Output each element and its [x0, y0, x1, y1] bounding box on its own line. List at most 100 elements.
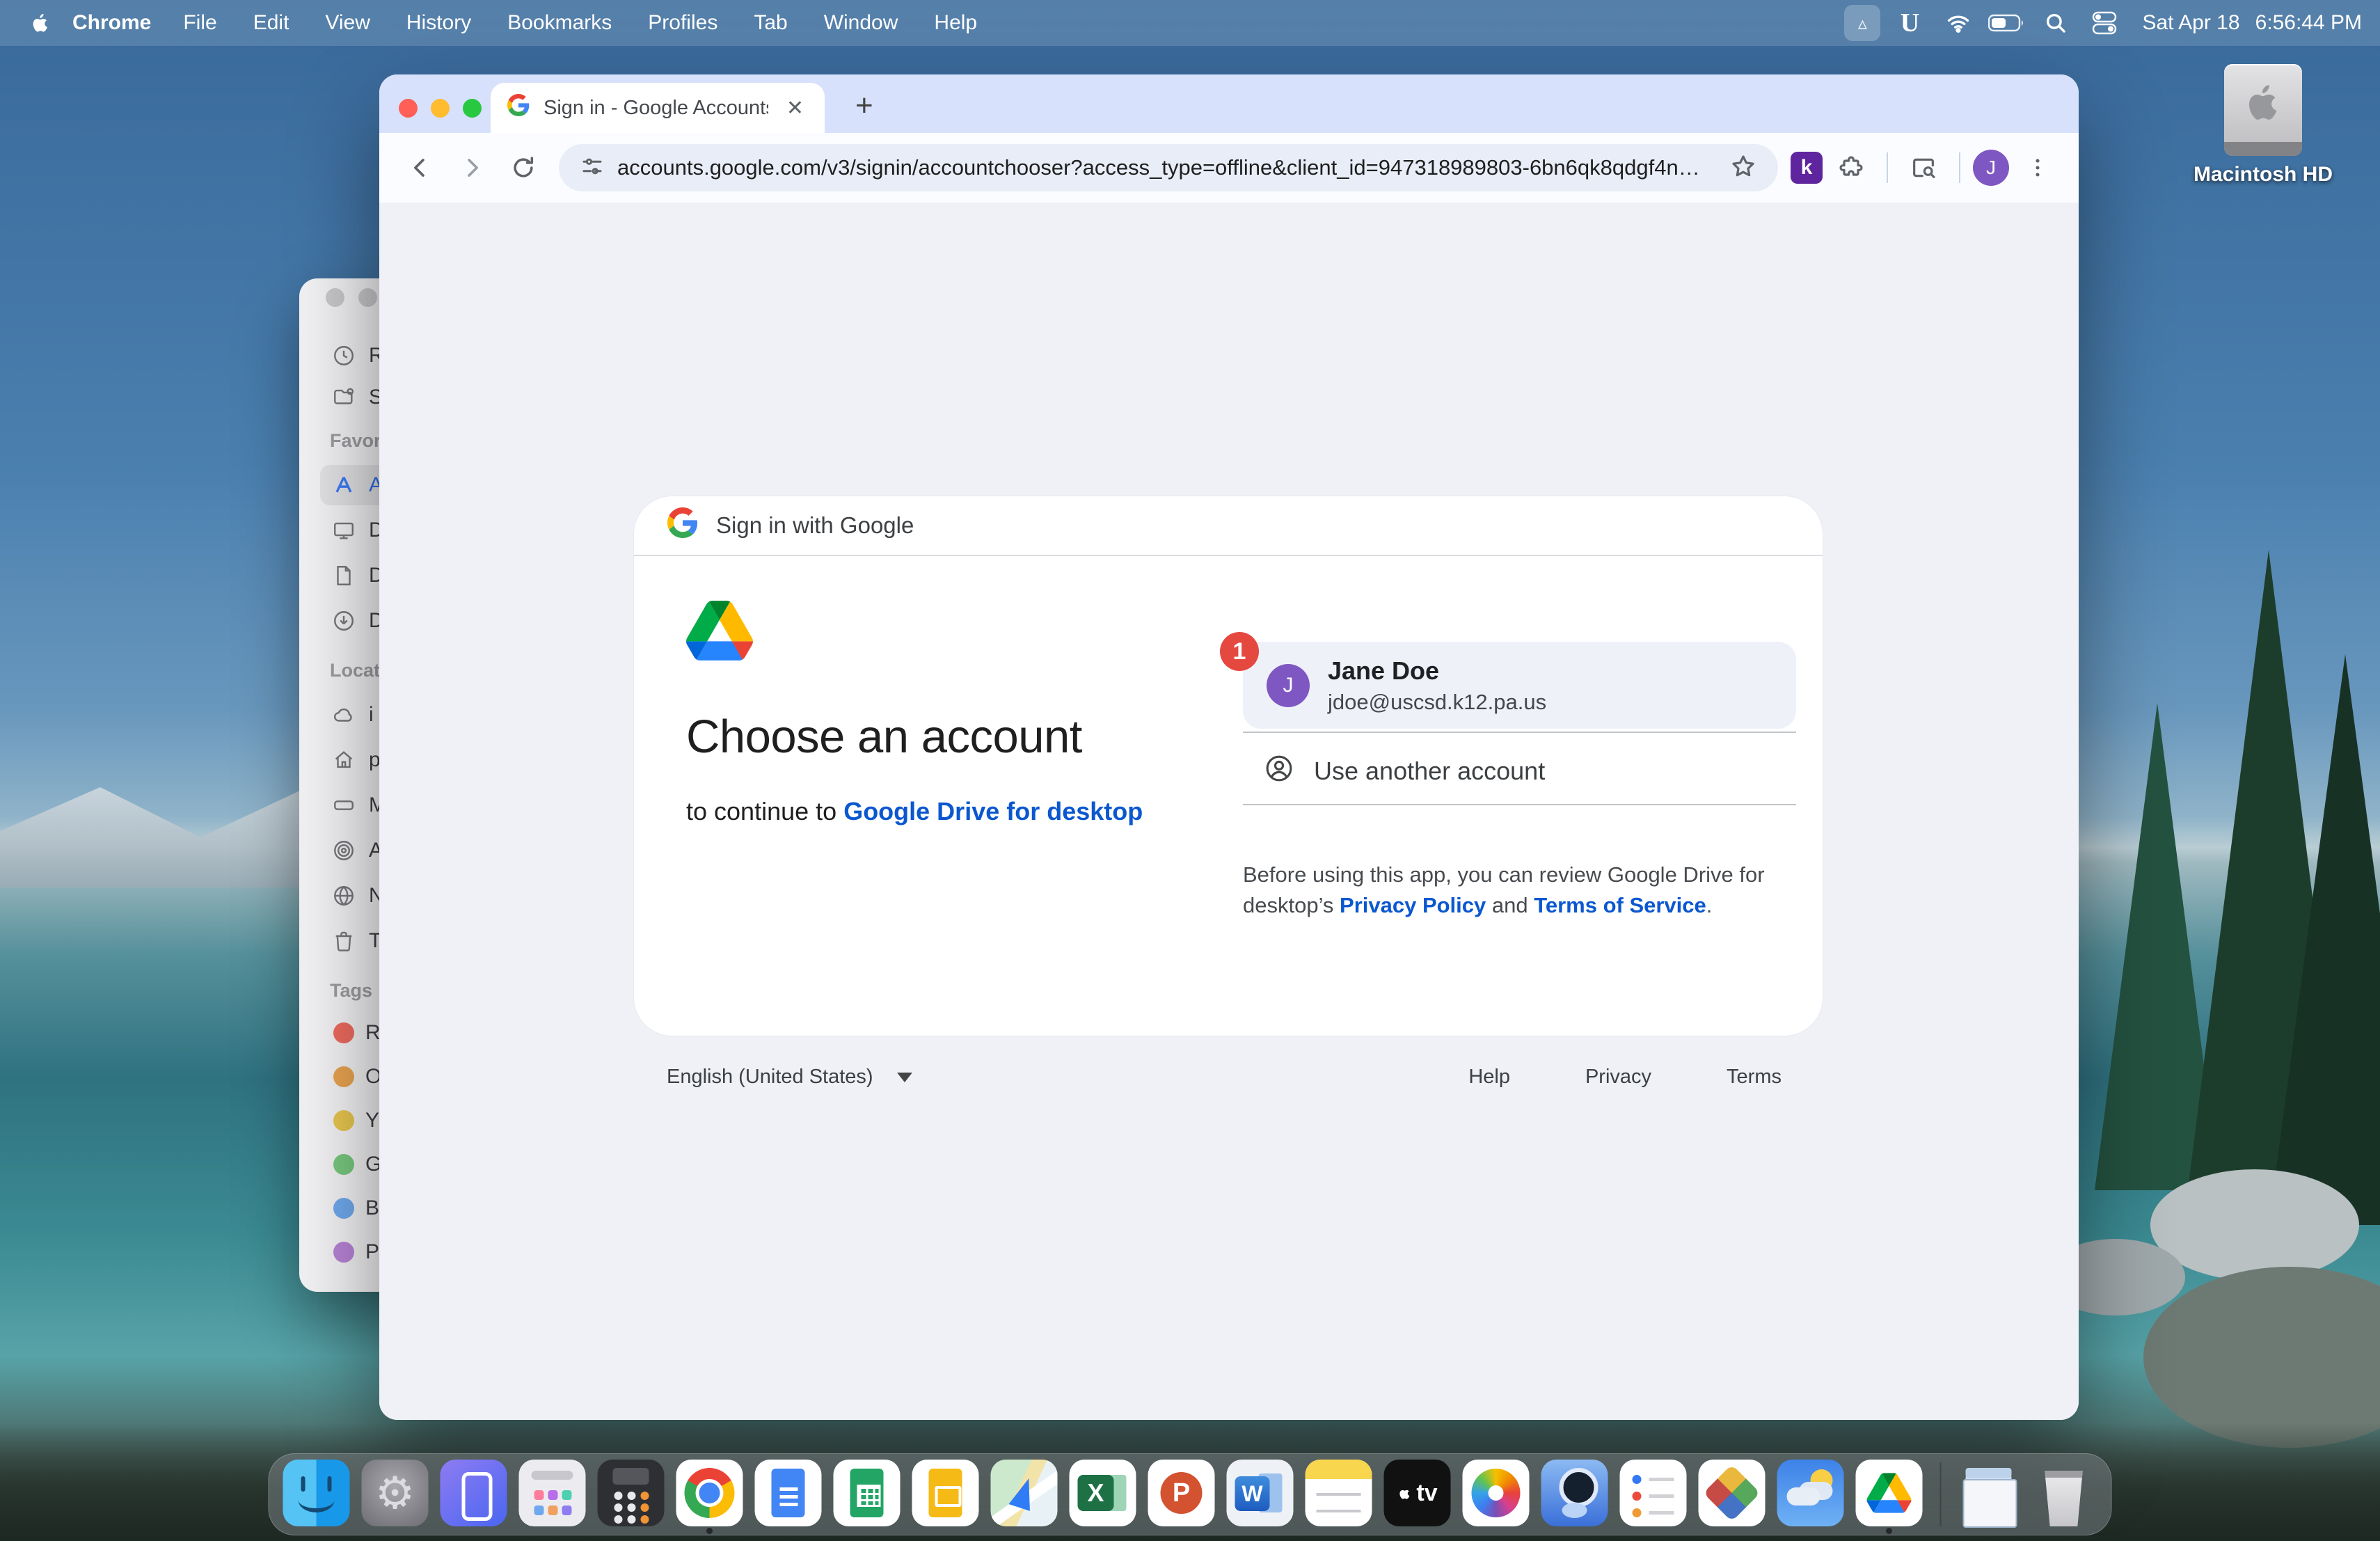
menubar-date: Sat Apr 18 [2142, 11, 2240, 34]
terms-of-service-link[interactable]: Terms of Service [1534, 893, 1706, 917]
menu-view[interactable]: View [307, 11, 388, 35]
fullscreen-window-button[interactable] [463, 99, 482, 118]
chrome-menu-kebab-icon[interactable] [2015, 145, 2061, 191]
tab-search-icon[interactable] [1901, 145, 1946, 191]
address-bar[interactable]: accounts.google.com/v3/signin/accountcho… [559, 144, 1778, 191]
signin-card: Sign in with Google Choose an account to… [633, 496, 1823, 1036]
account-option-jane-doe[interactable]: 1 J Jane Doe jdoe@uscsd.k12.pa.us [1220, 632, 1796, 729]
menu-bookmarks[interactable]: Bookmarks [489, 11, 630, 35]
dock-word-icon[interactable]: W [1226, 1460, 1294, 1526]
dock-app-grid-icon[interactable] [1698, 1460, 1766, 1526]
dock: ⚙ X P W tv [268, 1453, 2112, 1535]
reload-button[interactable] [500, 145, 546, 191]
menu-history[interactable]: History [388, 11, 489, 35]
dock-weather-icon[interactable] [1777, 1460, 1844, 1526]
apple-logo-on-drive [2242, 79, 2285, 131]
orange-tag-icon [333, 1066, 354, 1087]
apple-menu-icon[interactable] [29, 10, 51, 36]
menu-file[interactable]: File [165, 11, 235, 35]
trash-outline-icon [330, 927, 358, 955]
continue-app-link[interactable]: Google Drive for desktop [843, 797, 1143, 825]
dock-trash-icon[interactable] [2031, 1460, 2097, 1526]
dock-google-slides-icon[interactable] [912, 1460, 979, 1526]
hard-disk-icon [330, 791, 358, 819]
menu-tab[interactable]: Tab [736, 11, 805, 35]
menu-profiles[interactable]: Profiles [630, 11, 736, 35]
privacy-link[interactable]: Privacy [1585, 1066, 1651, 1089]
dock-excel-icon[interactable]: X [1069, 1460, 1136, 1526]
continue-subtitle: to continue to Google Drive for desktop [686, 797, 1143, 825]
dock-google-drive-icon[interactable] [1855, 1460, 1923, 1534]
dock-chrome-icon[interactable] [676, 1460, 743, 1534]
menubar-app-icon[interactable]: ▵ [1844, 5, 1881, 41]
airdrop-icon [330, 837, 358, 864]
dock-powerpoint-icon[interactable]: P [1148, 1460, 1215, 1526]
menubar-clock[interactable]: Sat Apr 18 6:56:44 PM [2142, 11, 2362, 35]
control-center-icon[interactable] [2085, 7, 2124, 39]
terms-link[interactable]: Terms [1727, 1066, 1782, 1089]
desktop-monitor-icon [330, 516, 358, 544]
tab-title: Sign in - Google Accounts [544, 96, 768, 119]
dock-maps-icon[interactable] [990, 1460, 1058, 1526]
page-footer: English (United States) Help Privacy Ter… [633, 1066, 1823, 1089]
menubar-time: 6:56:44 PM [2255, 11, 2362, 34]
forward-button[interactable] [449, 145, 495, 191]
dock-google-docs-icon[interactable] [754, 1460, 822, 1526]
minimize-window-button[interactable] [431, 99, 450, 118]
dock-photos-icon[interactable] [1462, 1460, 1530, 1526]
privacy-policy-link[interactable]: Privacy Policy [1340, 893, 1486, 917]
google-favicon [507, 94, 530, 122]
document-icon [330, 562, 358, 590]
use-another-account-button[interactable]: Use another account [1243, 743, 1796, 799]
menu-edit[interactable]: Edit [235, 11, 308, 35]
site-settings-icon[interactable] [580, 154, 605, 182]
house-icon [330, 746, 358, 774]
back-button[interactable] [397, 145, 443, 191]
profile-avatar[interactable]: J [1973, 150, 2009, 186]
spotlight-search-icon[interactable] [2036, 7, 2075, 39]
yellow-tag-icon [333, 1110, 354, 1131]
finder-close-button[interactable] [326, 288, 344, 307]
close-window-button[interactable] [399, 99, 418, 118]
dock-minimized-window[interactable] [1959, 1468, 2019, 1528]
menu-window[interactable]: Window [806, 11, 917, 35]
bookmark-star-icon[interactable] [1729, 152, 1757, 184]
dock-calculator-icon[interactable] [597, 1460, 665, 1526]
extensions-puzzle-icon[interactable] [1828, 145, 1874, 191]
language-value: English (United States) [667, 1066, 873, 1088]
running-indicator [706, 1528, 713, 1534]
dock-notes-icon[interactable] [1305, 1460, 1372, 1526]
battery-icon[interactable] [1988, 7, 2026, 39]
chevron-down-icon [896, 1072, 912, 1082]
wifi-icon[interactable] [1939, 7, 1978, 39]
menu-help[interactable]: Help [916, 11, 995, 35]
tab-close-icon[interactable]: ✕ [782, 96, 808, 120]
menubar-u-app-icon[interactable]: U [1890, 7, 1929, 39]
finder-minimize-button[interactable] [358, 288, 377, 307]
red-tag-icon [333, 1022, 354, 1043]
account-email: jdoe@uscsd.k12.pa.us [1328, 689, 1547, 714]
card-left-column: Choose an account to continue to Google … [686, 601, 1187, 826]
dock-reminders-icon[interactable] [1619, 1460, 1687, 1526]
language-selector[interactable]: English (United States) [633, 1066, 912, 1089]
dock-google-sheets-icon[interactable] [833, 1460, 901, 1526]
account-name: Jane Doe [1328, 656, 1440, 685]
green-tag-icon [333, 1154, 354, 1175]
help-link[interactable]: Help [1468, 1066, 1510, 1089]
url-text[interactable]: accounts.google.com/v3/signin/accountcho… [617, 155, 1717, 180]
shared-folder-icon [330, 384, 358, 411]
dock-launchpad-icon[interactable] [518, 1460, 586, 1526]
new-tab-button[interactable]: + [846, 88, 883, 123]
cloud-icon [330, 701, 358, 729]
dock-photo-booth-icon[interactable] [1541, 1460, 1608, 1526]
active-app-menu[interactable]: Chrome [72, 11, 151, 35]
macintosh-hd-desktop-icon[interactable]: Macintosh HD [2187, 64, 2340, 187]
dock-finder-icon[interactable] [283, 1460, 350, 1526]
browser-tab[interactable]: Sign in - Google Accounts ✕ [491, 83, 825, 133]
dock-system-settings-icon[interactable]: ⚙ [361, 1460, 429, 1526]
kami-extension-icon[interactable]: k [1791, 152, 1823, 184]
browser-toolbar: accounts.google.com/v3/signin/accountcho… [379, 133, 2079, 203]
dock-apple-tv-icon[interactable]: tv [1383, 1460, 1451, 1526]
dock-iphone-mirroring-icon[interactable] [440, 1460, 507, 1526]
sidebar-header-tags: Tags [330, 980, 373, 1001]
